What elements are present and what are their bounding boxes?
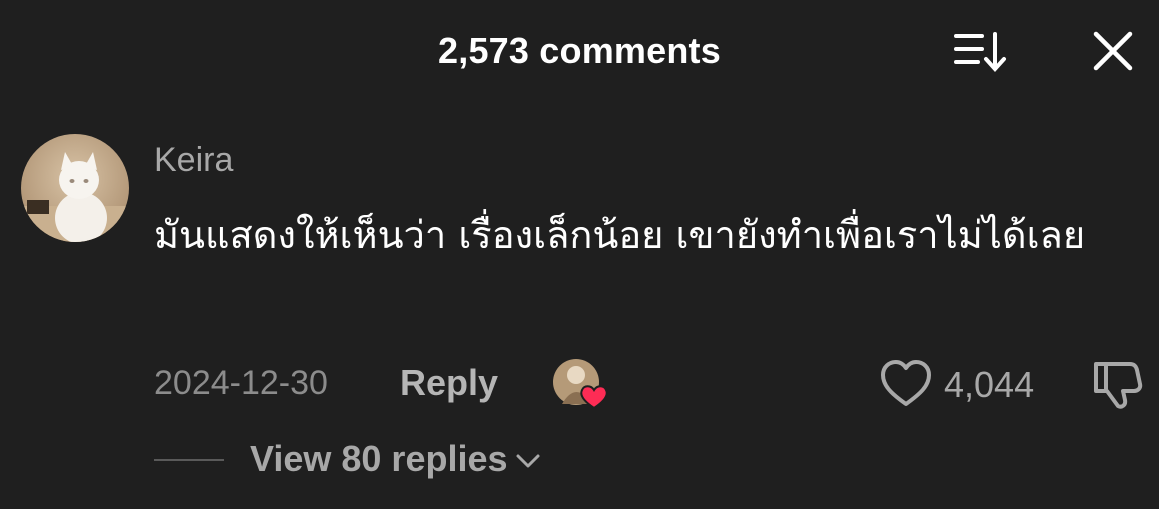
comment-date: 2024-12-30 — [154, 364, 328, 402]
replies-divider — [154, 459, 224, 461]
comment-text: มันแสดงให้เห็นว่า เรื่องเล็กน้อย เขายังท… — [154, 213, 1086, 257]
like-button[interactable] — [878, 358, 934, 410]
dislike-button[interactable] — [1090, 356, 1146, 412]
sort-descending-icon — [954, 32, 1006, 72]
like-count: 4,044 — [944, 364, 1035, 405]
thumbs-down-icon — [1094, 362, 1143, 409]
view-replies-label: View 80 replies — [250, 438, 508, 479]
close-button[interactable] — [1090, 28, 1136, 74]
creator-liked-heart-icon — [553, 359, 608, 410]
avatar[interactable] — [21, 134, 129, 242]
comment-username[interactable]: Keira — [154, 141, 233, 180]
heart-icon — [881, 360, 931, 406]
reply-button[interactable]: Reply — [400, 362, 498, 404]
chevron-down-icon — [516, 454, 540, 468]
comments-header: 2,573 comments — [0, 0, 1159, 100]
sort-button[interactable] — [952, 28, 1008, 76]
close-icon — [1093, 31, 1133, 71]
view-replies-button[interactable]: View 80 replies — [250, 438, 542, 480]
creator-liked-badge — [552, 358, 610, 410]
